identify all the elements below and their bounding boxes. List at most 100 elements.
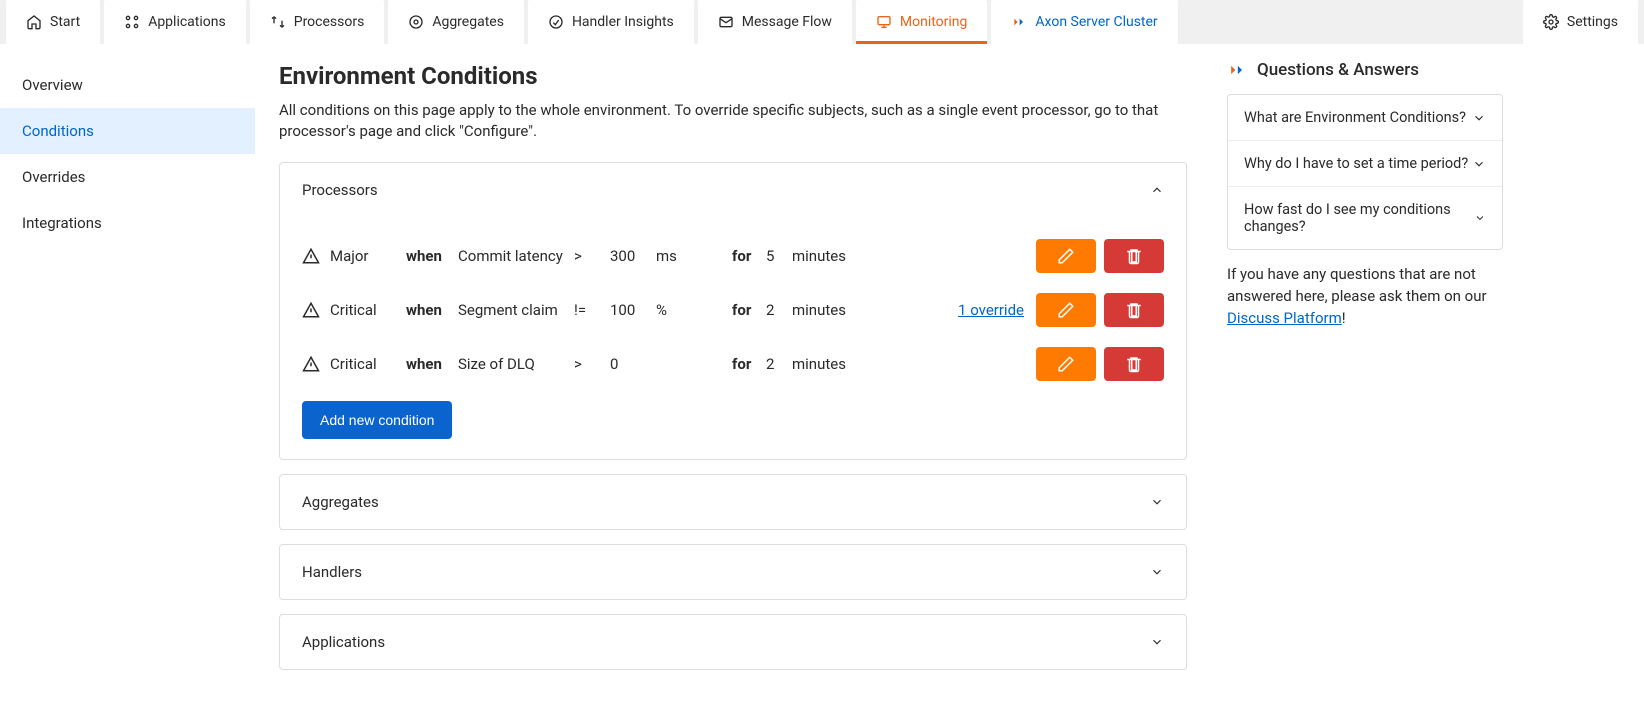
sidebar: Overview Conditions Overrides Integratio…: [0, 44, 255, 724]
qa-question: Why do I have to set a time period?: [1244, 155, 1468, 172]
duration-unit: minutes: [792, 247, 862, 265]
edit-button[interactable]: [1036, 239, 1096, 273]
tab-applications[interactable]: Applications: [104, 0, 246, 44]
tab-label: Axon Server Cluster: [1035, 14, 1157, 30]
qa-footer-note: If you have any questions that are not a…: [1227, 264, 1503, 329]
sidebar-item-conditions[interactable]: Conditions: [0, 108, 255, 154]
tab-label: Monitoring: [900, 14, 968, 30]
panel-header-aggregates[interactable]: Aggregates: [280, 475, 1186, 529]
message-flow-icon: [718, 14, 734, 30]
metric: Size of DLQ: [458, 355, 568, 373]
discuss-platform-link[interactable]: Discuss Platform: [1227, 309, 1342, 327]
sidebar-item-integrations[interactable]: Integrations: [0, 200, 255, 246]
when-label: when: [406, 247, 452, 265]
sidebar-item-overview[interactable]: Overview: [0, 62, 255, 108]
main-content: Environment Conditions All conditions on…: [255, 44, 1215, 724]
panel-processors: Processors Major when Commit latency > 3…: [279, 162, 1187, 460]
sidebar-item-label: Conditions: [22, 122, 94, 140]
panel-title: Applications: [302, 633, 385, 651]
page-title: Environment Conditions: [279, 62, 1187, 90]
page-intro: All conditions on this page apply to the…: [279, 100, 1187, 142]
duration: 2: [766, 301, 786, 319]
add-condition-button[interactable]: Add new condition: [302, 401, 452, 439]
qa-question: How fast do I see my conditions changes?: [1244, 201, 1474, 235]
tab-message-flow[interactable]: Message Flow: [698, 0, 852, 44]
aggregates-icon: [408, 14, 424, 30]
qa-accordion: What are Environment Conditions? Why do …: [1227, 94, 1503, 250]
tab-monitoring[interactable]: Monitoring: [856, 0, 988, 44]
tab-handler-insights[interactable]: Handler Insights: [528, 0, 694, 44]
sidebar-item-label: Integrations: [22, 214, 102, 232]
row-actions: [1036, 347, 1164, 381]
duration-unit: minutes: [792, 301, 862, 319]
panel-title: Handlers: [302, 563, 362, 581]
qa-item[interactable]: What are Environment Conditions?: [1228, 95, 1502, 141]
sidebar-item-label: Overrides: [22, 168, 85, 186]
tab-label: Settings: [1567, 14, 1618, 30]
pencil-icon: [1057, 247, 1075, 265]
tab-label: Handler Insights: [572, 14, 674, 30]
pencil-icon: [1057, 355, 1075, 373]
operator: >: [574, 355, 604, 373]
override-link[interactable]: 1 override: [868, 301, 1030, 319]
tab-label: Processors: [294, 14, 365, 30]
duration: 5: [766, 247, 786, 265]
qa-item[interactable]: Why do I have to set a time period?: [1228, 141, 1502, 187]
delete-button[interactable]: [1104, 293, 1164, 327]
panel-title: Aggregates: [302, 493, 379, 511]
axon-icon: [1011, 14, 1027, 30]
sidebar-item-label: Overview: [22, 76, 83, 94]
qa-heading: Questions & Answers: [1257, 60, 1419, 80]
tab-axon-server-cluster[interactable]: Axon Server Cluster: [991, 0, 1177, 44]
condition-row: Critical when Size of DLQ > 0 for 2 minu…: [302, 337, 1164, 391]
warning-icon: [302, 247, 320, 265]
tab-processors[interactable]: Processors: [250, 0, 385, 44]
tab-label: Applications: [148, 14, 226, 30]
value: 100: [610, 301, 650, 319]
qa-item[interactable]: How fast do I see my conditions changes?: [1228, 187, 1502, 249]
apps-icon: [124, 14, 140, 30]
home-icon: [26, 14, 42, 30]
unit: ms: [656, 247, 726, 265]
insights-icon: [548, 14, 564, 30]
severity: Critical: [330, 355, 400, 373]
panel-header-applications[interactable]: Applications: [280, 615, 1186, 669]
when-label: when: [406, 355, 452, 373]
delete-button[interactable]: [1104, 347, 1164, 381]
for-label: for: [732, 355, 760, 373]
tab-label: Start: [50, 14, 80, 30]
processors-icon: [270, 14, 286, 30]
unit: %: [656, 301, 726, 319]
panel-title: Processors: [302, 181, 378, 199]
qa-heading-row: Questions & Answers: [1227, 60, 1503, 80]
panel-header-handlers[interactable]: Handlers: [280, 545, 1186, 599]
for-label: for: [732, 301, 760, 319]
value: 0: [610, 355, 650, 373]
chevron-down-icon: [1150, 635, 1164, 649]
qa-note-prefix: If you have any questions that are not a…: [1227, 265, 1487, 305]
top-nav: Start Applications Processors Aggregates…: [0, 0, 1644, 44]
monitoring-icon: [876, 14, 892, 30]
trash-icon: [1125, 355, 1143, 373]
edit-button[interactable]: [1036, 293, 1096, 327]
panel-handlers: Handlers: [279, 544, 1187, 600]
warning-icon: [302, 301, 320, 319]
tab-settings[interactable]: Settings: [1523, 0, 1638, 44]
gear-icon: [1543, 14, 1559, 30]
operator: !=: [574, 301, 604, 319]
tab-start[interactable]: Start: [6, 0, 100, 44]
panel-header-processors[interactable]: Processors: [280, 163, 1186, 217]
chevron-down-icon: [1472, 111, 1486, 125]
metric: Segment claim: [458, 301, 568, 319]
value: 300: [610, 247, 650, 265]
tab-aggregates[interactable]: Aggregates: [388, 0, 524, 44]
for-label: for: [732, 247, 760, 265]
panel-aggregates: Aggregates: [279, 474, 1187, 530]
sidebar-item-overrides[interactable]: Overrides: [0, 154, 255, 200]
when-label: when: [406, 301, 452, 319]
severity: Major: [330, 247, 400, 265]
row-actions: [1036, 293, 1164, 327]
edit-button[interactable]: [1036, 347, 1096, 381]
delete-button[interactable]: [1104, 239, 1164, 273]
metric: Commit latency: [458, 247, 568, 265]
